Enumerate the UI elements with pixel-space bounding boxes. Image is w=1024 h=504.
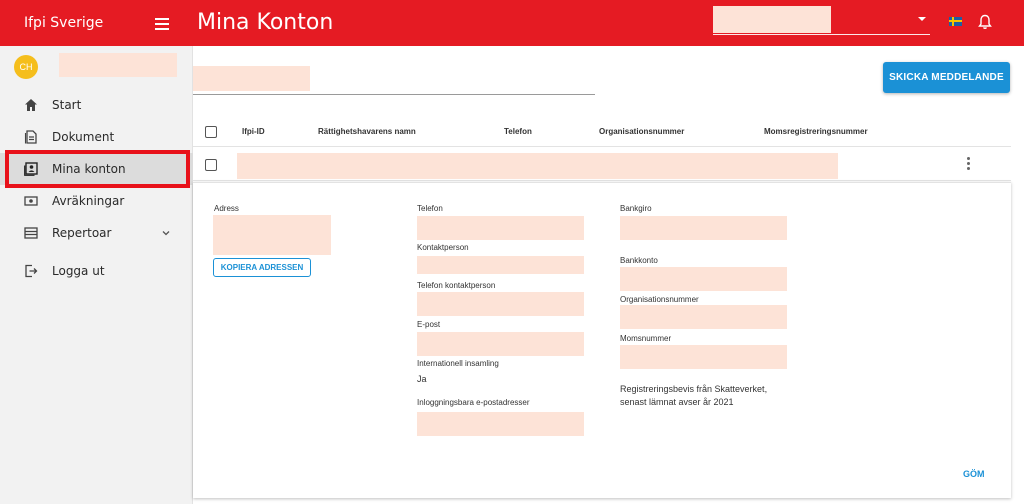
search-underline <box>193 94 595 95</box>
account-select-value <box>713 6 831 33</box>
send-message-button[interactable]: SKICKA MEDDELANDE <box>883 62 1010 93</box>
search-input[interactable] <box>193 66 310 91</box>
sidebar-item-avrakningar[interactable]: Avräkningar <box>0 185 193 217</box>
user-name <box>59 53 177 77</box>
vat-number-value <box>620 345 787 369</box>
bankgiro-label: Bankgiro <box>620 204 652 213</box>
contact-phone-label: Telefon kontaktperson <box>417 281 496 290</box>
bankgiro-value <box>620 216 787 240</box>
hide-button[interactable]: GÖM <box>963 469 985 479</box>
bell-icon[interactable] <box>978 14 992 30</box>
sidebar-item-label: Start <box>52 98 82 112</box>
sidebar-item-label: Dokument <box>52 130 115 144</box>
select-all-checkbox[interactable] <box>205 126 217 138</box>
login-emails-label: Inloggningsbara e-postadresser <box>417 398 530 407</box>
contact-label: Kontaktperson <box>417 243 469 252</box>
org-number-value <box>620 305 787 329</box>
swedish-flag-icon[interactable] <box>949 17 962 26</box>
home-icon <box>25 99 37 111</box>
table-header: Ifpi-ID Rättighetshavarens namn Telefon … <box>193 117 1011 147</box>
email-value <box>417 332 584 356</box>
bankkonto-label: Bankkonto <box>620 256 658 265</box>
brand-name[interactable]: Ifpi Sverige <box>24 0 103 46</box>
top-app-bar: Ifpi Sverige Mina Konton <box>0 0 1024 46</box>
page-title: Mina Konton <box>197 10 334 35</box>
sidebar-item-label: Logga ut <box>52 264 105 278</box>
contact-value <box>417 256 584 274</box>
column-header-vat-number[interactable]: Momsregistreringsnummer <box>764 127 868 136</box>
row-checkbox[interactable] <box>205 159 217 171</box>
intl-collection-value: Ja <box>417 374 427 384</box>
table-row[interactable] <box>193 147 1011 181</box>
intl-collection-label: Internationell insamling <box>417 359 499 368</box>
chevron-down-icon[interactable] <box>918 17 926 21</box>
address-label: Adress <box>214 204 239 213</box>
sidebar-item-repertoar[interactable]: Repertoar <box>0 217 193 249</box>
document-icon <box>24 130 37 144</box>
logout-icon <box>25 264 38 278</box>
avatar[interactable]: CH <box>14 55 38 79</box>
column-header-name[interactable]: Rättighetshavarens namn <box>318 127 416 136</box>
column-header-org-number[interactable]: Organisationsnummer <box>599 127 684 136</box>
copy-address-button[interactable]: KOPIERA ADRESSEN <box>213 258 311 277</box>
column-header-phone[interactable]: Telefon <box>504 127 532 136</box>
list-icon <box>24 227 38 239</box>
highlight-annotation <box>5 150 190 188</box>
sidebar-item-logga-ut[interactable]: Logga ut <box>0 255 193 287</box>
account-detail-panel: Adress KOPIERA ADRESSEN Telefon Kontaktp… <box>193 182 1011 498</box>
menu-icon[interactable] <box>155 13 171 33</box>
sidebar-item-dokument[interactable]: Dokument <box>0 121 193 153</box>
chevron-down-icon[interactable] <box>162 229 170 237</box>
address-value <box>213 215 331 255</box>
column-header-ifpi-id[interactable]: Ifpi-ID <box>242 127 265 136</box>
email-label: E-post <box>417 320 441 329</box>
more-vert-icon[interactable] <box>967 157 971 171</box>
row-content <box>237 153 838 179</box>
phone-value <box>417 216 584 240</box>
vat-number-label: Momsnummer <box>620 334 672 343</box>
org-number-label: Organisationsnummer <box>620 295 699 304</box>
account-select[interactable] <box>713 6 930 35</box>
bankkonto-value <box>620 267 787 291</box>
registration-certificate-text: Registreringsbevis från Skatteverket, se… <box>620 384 768 407</box>
sidebar-item-label: Avräkningar <box>52 194 125 208</box>
contact-phone-value <box>417 292 584 316</box>
sidebar-item-start[interactable]: Start <box>0 89 193 121</box>
phone-label: Telefon <box>417 204 443 213</box>
main-content: SKICKA MEDDELANDE Ifpi-ID Rättighetshava… <box>193 46 1024 504</box>
sidebar: CH Start Dokument Mina konton Avräkninga… <box>0 46 193 504</box>
sidebar-item-label: Repertoar <box>52 226 112 240</box>
login-emails-value <box>417 412 584 436</box>
money-icon <box>24 196 38 206</box>
